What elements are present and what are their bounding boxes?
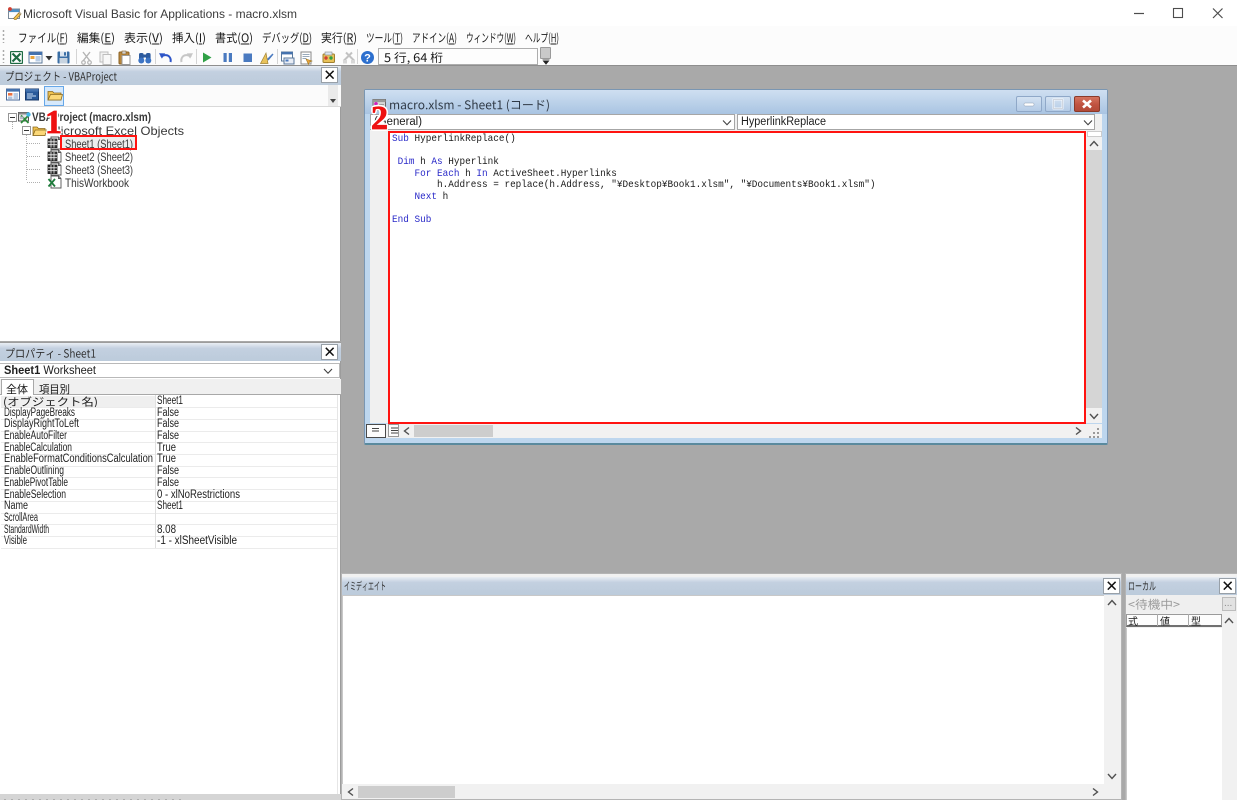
svg-text:?: ? bbox=[364, 52, 371, 64]
